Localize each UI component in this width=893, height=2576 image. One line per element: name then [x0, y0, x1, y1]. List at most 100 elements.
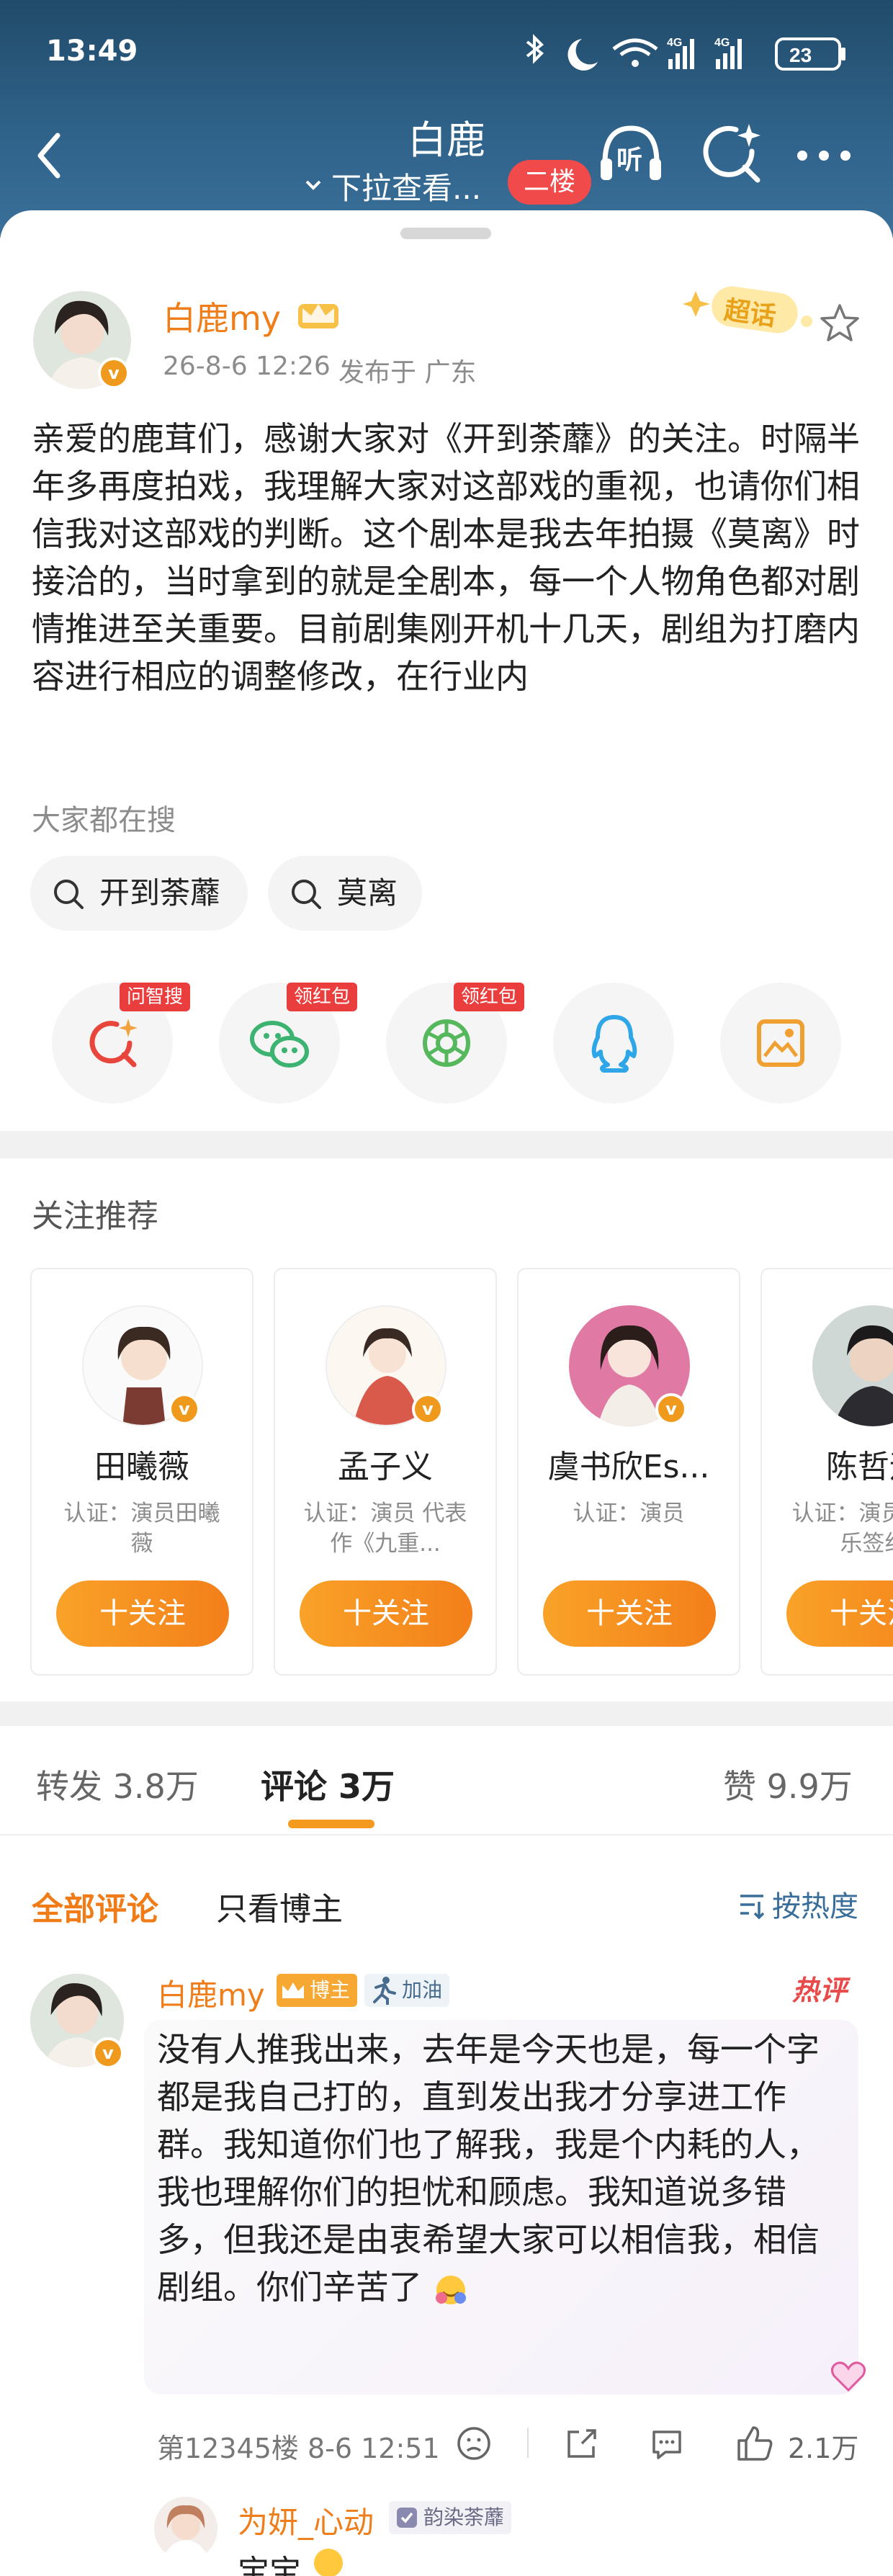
- follow-recommend-title: 关注推荐: [32, 1198, 158, 1235]
- status-time: 13:49: [46, 35, 138, 68]
- search-icon: [54, 880, 84, 909]
- runner-icon: [373, 1977, 396, 2005]
- search-icon: [292, 880, 321, 909]
- recommend-name-1: 田曦薇: [94, 1449, 189, 1485]
- tab-comment[interactable]: 评论 3万: [261, 1761, 395, 1808]
- reply-preview: 宝宝: [238, 2546, 346, 2576]
- listen-button[interactable]: 听: [595, 118, 667, 190]
- member-crown-icon: [295, 294, 341, 331]
- post-author-name[interactable]: 白鹿my: [163, 292, 281, 340]
- save-image-icon: [757, 1019, 804, 1067]
- network-2-label: 4G: [714, 37, 730, 49]
- share-tag-2: 领红包: [287, 983, 358, 1011]
- search-chip-2-label: 莫离: [337, 875, 398, 911]
- recommend-name-2: 孟子义: [338, 1449, 433, 1485]
- fan-badge-icon: [397, 2508, 417, 2528]
- follow-button-2[interactable]: 十关注: [300, 1580, 472, 1647]
- everyone-searching-label: 大家都在搜: [32, 804, 176, 837]
- recommend-cert-2: 认证：演员 代表作《九重...: [303, 1501, 467, 1557]
- pull-down-text: 下拉查看...: [331, 171, 482, 206]
- share-tag-3: 领红包: [454, 983, 525, 1011]
- follow-button-4[interactable]: 十关注: [786, 1580, 893, 1647]
- footer-divider: [527, 2428, 529, 2458]
- post-location: 发布于 广东: [338, 358, 477, 388]
- reply-author-avatar[interactable]: [154, 2497, 217, 2560]
- supertopic-label: 超话: [722, 295, 778, 332]
- share-qq-button[interactable]: [553, 983, 674, 1104]
- chevron-down-icon: [305, 180, 321, 190]
- hug-emoji-icon: [433, 2272, 469, 2308]
- recommend-cert-4: 认证：演员 然娱乐签约: [791, 1501, 893, 1557]
- comment-floor-time: 第12345楼 8-6 12:51: [157, 2433, 440, 2464]
- filter-all-comments[interactable]: 全部评论: [32, 1883, 158, 1929]
- battery-level: 23: [789, 44, 812, 66]
- emoji-icon: [311, 2546, 346, 2576]
- hot-comment-badge: 热评: [792, 1975, 848, 2006]
- filter-author-only[interactable]: 只看博主: [216, 1883, 343, 1929]
- recommend-avatar-4: [812, 1305, 893, 1426]
- status-icons-svg: 4G 4G 23: [526, 34, 845, 71]
- moon-icon: [567, 39, 598, 71]
- comment-like-count: 2.1万: [788, 2433, 859, 2464]
- dislike-button[interactable]: [455, 2425, 493, 2462]
- comment-body: 没有人推我出来，去年是今天也是，每一个字都是我自己打的，直到发出我才分享进工作群…: [157, 2026, 841, 2311]
- drag-handle[interactable]: [400, 228, 491, 239]
- recommend-cert-1: 认证：演员田曦薇: [63, 1501, 220, 1557]
- follow-button-3[interactable]: 十关注: [543, 1580, 716, 1647]
- recommend-card-2[interactable]: v 孟子义 认证：演员 代表作《九重... 十关注: [274, 1268, 497, 1676]
- share-icon: [567, 2429, 596, 2458]
- star-outline-icon: [820, 304, 859, 341]
- share-tag-1: 问智搜: [120, 983, 191, 1011]
- share-save-image-button[interactable]: [720, 983, 841, 1104]
- tab-like[interactable]: 赞 9.9万: [723, 1761, 853, 1808]
- sort-icon: [740, 1895, 765, 1920]
- search-chip-1-label: 开到荼蘼: [99, 875, 221, 911]
- top-header: 13:49 4G 4G 23 白鹿 下拉查看... 二楼 听: [0, 0, 893, 238]
- tab-repost[interactable]: 转发 3.8万: [36, 1761, 199, 1808]
- comment-author-name[interactable]: 白鹿my: [157, 1971, 265, 2015]
- qq-icon: [591, 1015, 637, 1073]
- verified-badge-icon: v: [412, 1393, 444, 1425]
- moments-icon: [423, 1019, 470, 1067]
- post-body-text: 亲爱的鹿茸们，感谢大家对《开到荼蘼》的关注。时隔半年多再度拍戏，我理解大家对这部…: [32, 419, 860, 696]
- crown-icon: [282, 1982, 304, 1998]
- ai-search-icon: [89, 1019, 138, 1068]
- status-icons: 4G 4G 23: [520, 32, 858, 75]
- recommend-card-4[interactable]: 陈哲远 认证：演员 然娱乐签约 十关注: [760, 1268, 893, 1676]
- share-comment-button[interactable]: [563, 2425, 601, 2462]
- active-tab-indicator: [288, 1820, 374, 1828]
- more-dots-icon: [797, 151, 851, 161]
- like-comment-button[interactable]: [735, 2423, 775, 2464]
- blogger-tag: 博主: [277, 1974, 358, 2007]
- follow-button-1[interactable]: 十关注: [56, 1580, 229, 1647]
- wifi-icon: [632, 60, 639, 67]
- section-divider: [0, 1131, 893, 1158]
- verified-badge-icon: v: [169, 1393, 200, 1425]
- network-1-label: 4G: [667, 37, 682, 49]
- search-chip-1[interactable]: 开到荼蘼: [30, 856, 248, 931]
- blogger-tag-label: 博主: [310, 1978, 351, 2002]
- section-divider: [0, 1701, 893, 1726]
- reply-text: 宝宝: [238, 2554, 301, 2576]
- reply-comment-button[interactable]: [648, 2425, 686, 2462]
- cheer-tag-label: 加油: [402, 1978, 443, 2002]
- reply-fan-tag: 韵染荼蘼: [389, 2501, 512, 2534]
- reply-author-name[interactable]: 为妍_心动: [238, 2498, 374, 2542]
- recommend-cert-3: 认证：演员: [573, 1501, 685, 1526]
- second-floor-badge[interactable]: 二楼: [508, 160, 591, 205]
- headphones-listen-icon: 听: [601, 125, 661, 180]
- favorite-star-button[interactable]: [820, 303, 860, 343]
- comment-bubble-icon: [652, 2430, 681, 2459]
- verified-badge-icon: v: [655, 1393, 687, 1425]
- supertopic-badge[interactable]: 超话: [683, 277, 820, 341]
- wechat-icon: [250, 1021, 309, 1068]
- search-chip-2[interactable]: 莫离: [268, 856, 422, 931]
- sad-face-icon: [457, 2427, 490, 2460]
- ai-search-button[interactable]: [697, 120, 766, 189]
- recommend-card-1[interactable]: v 田曦薇 认证：演员田曦薇 十关注: [30, 1268, 253, 1676]
- tabs-divider: [0, 1834, 893, 1835]
- cheer-tag: 加油: [364, 1974, 450, 2007]
- recommend-card-3[interactable]: v 虞书欣Es... 认证：演员 十关注: [517, 1268, 740, 1676]
- reply-fan-tag-label: 韵染荼蘼: [423, 2505, 505, 2529]
- more-button[interactable]: [792, 141, 857, 170]
